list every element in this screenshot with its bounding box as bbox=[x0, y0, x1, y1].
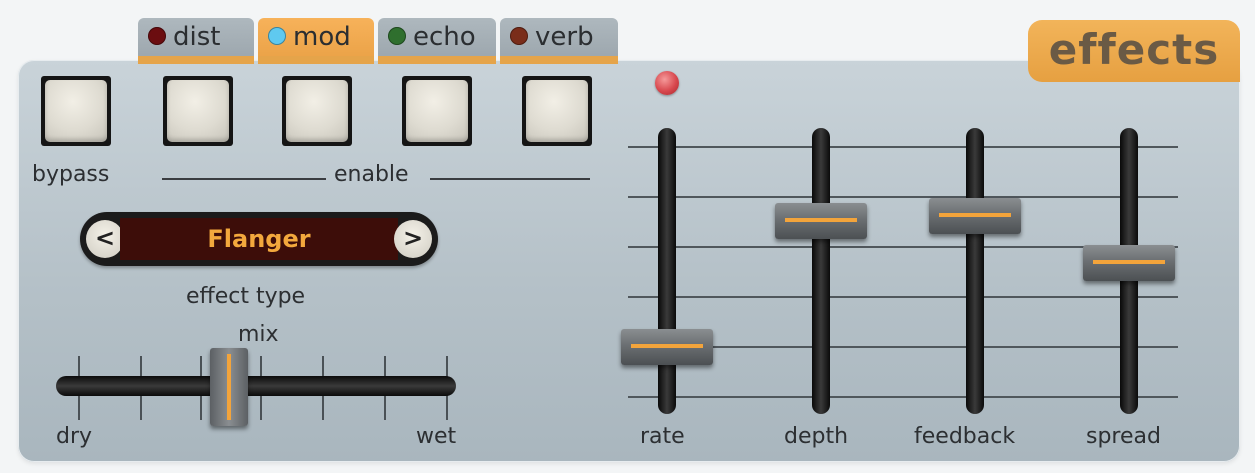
tab-echo[interactable]: echo bbox=[378, 18, 496, 64]
effect-type-label: effect type bbox=[186, 284, 306, 309]
tab-verb[interactable]: verb bbox=[500, 18, 618, 64]
tab-label: echo bbox=[413, 22, 476, 52]
prev-effect-button[interactable]: < bbox=[86, 220, 124, 258]
enable-rule-left bbox=[162, 178, 326, 180]
spread-label: spread bbox=[1086, 424, 1161, 449]
led-icon bbox=[388, 26, 406, 45]
fader-gridline bbox=[628, 396, 1178, 398]
wet-label: wet bbox=[416, 424, 457, 449]
tab-label: verb bbox=[535, 22, 594, 52]
tab-mod[interactable]: mod bbox=[258, 18, 374, 64]
bypass-label: bypass bbox=[32, 162, 110, 187]
enable-button-echo[interactable] bbox=[402, 76, 472, 146]
spread-fader-knob[interactable] bbox=[1083, 245, 1175, 281]
depth-label: depth bbox=[784, 424, 849, 449]
fader-gridline bbox=[628, 296, 1178, 298]
led-icon bbox=[510, 26, 528, 45]
enable-label: enable bbox=[334, 162, 409, 187]
tab-label: mod bbox=[293, 22, 351, 52]
tab-dist[interactable]: dist bbox=[138, 18, 254, 64]
depth-fader-knob[interactable] bbox=[775, 203, 867, 240]
mix-label: mix bbox=[238, 322, 279, 347]
led-icon bbox=[268, 26, 286, 45]
rate-fader-track[interactable] bbox=[658, 128, 676, 414]
rate-fader-knob[interactable] bbox=[621, 328, 713, 365]
effect-type-display: Flanger bbox=[120, 218, 398, 260]
feedback-label: feedback bbox=[914, 424, 1016, 449]
mix-slider-track[interactable] bbox=[56, 376, 456, 396]
enable-button-verb[interactable] bbox=[522, 76, 592, 146]
tab-label: dist bbox=[173, 22, 221, 52]
enable-button-mod[interactable] bbox=[282, 76, 352, 146]
led-icon bbox=[148, 26, 166, 45]
fader-gridline bbox=[628, 196, 1178, 198]
depth-fader-track[interactable] bbox=[812, 128, 830, 414]
feedback-fader-track[interactable] bbox=[966, 128, 984, 414]
mix-slider-knob[interactable] bbox=[210, 348, 249, 426]
bypass-button[interactable] bbox=[41, 76, 111, 146]
next-effect-button[interactable]: > bbox=[394, 220, 432, 258]
dry-label: dry bbox=[56, 424, 93, 449]
fader-gridline bbox=[628, 146, 1178, 148]
effects-title: effects bbox=[1028, 20, 1240, 82]
rate-indicator-led bbox=[655, 71, 679, 95]
effect-type-selector: < Flanger > bbox=[80, 212, 438, 266]
feedback-fader-knob[interactable] bbox=[929, 197, 1021, 234]
enable-button-dist[interactable] bbox=[163, 76, 233, 146]
rate-label: rate bbox=[640, 424, 685, 449]
enable-rule-right bbox=[430, 178, 590, 180]
